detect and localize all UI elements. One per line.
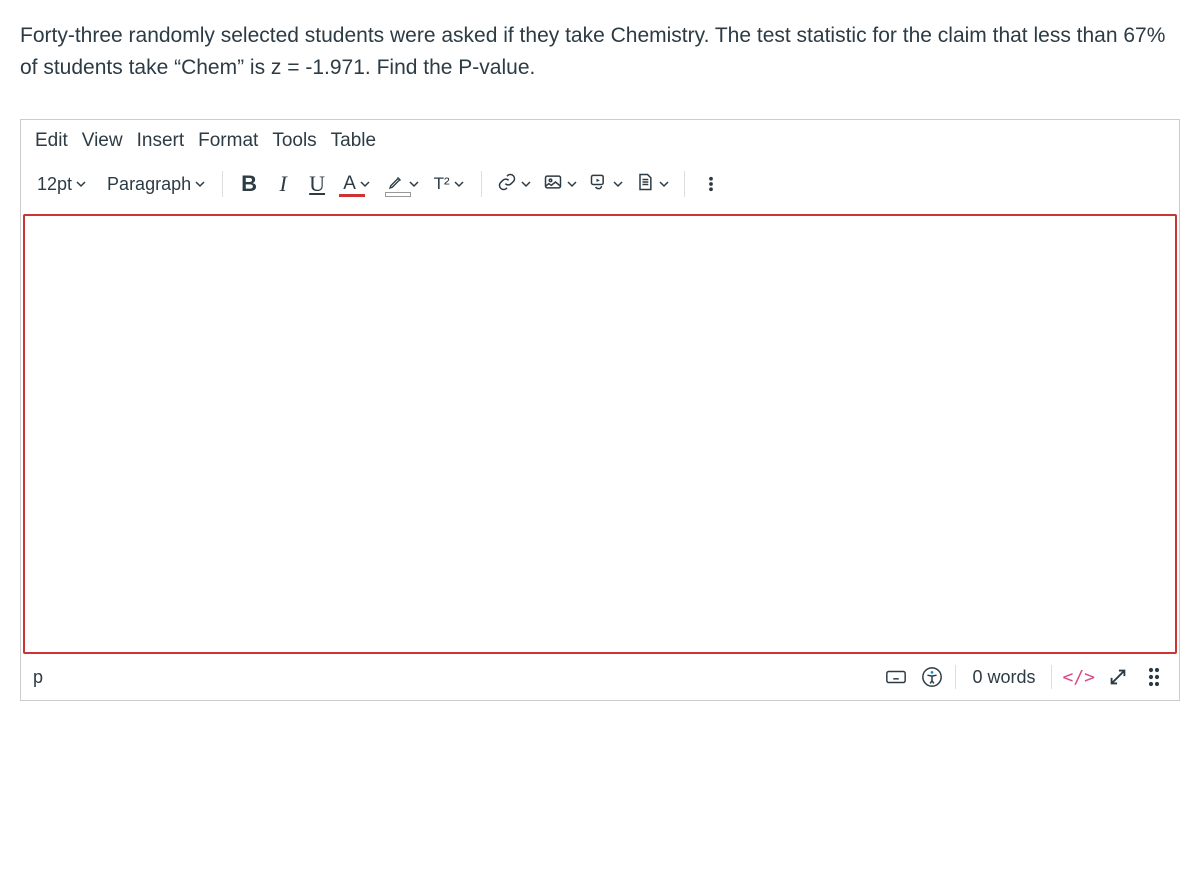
media-icon (589, 172, 609, 197)
chevron-down-icon (359, 178, 371, 190)
chevron-down-icon (520, 178, 532, 190)
rich-text-editor: Edit View Insert Format Tools Table 12pt… (20, 119, 1180, 701)
block-format-select[interactable]: Paragraph (101, 168, 212, 200)
bold-label: B (241, 171, 257, 197)
font-size-label: 12pt (37, 174, 72, 195)
image-button[interactable] (538, 168, 582, 200)
drag-handle[interactable] (1141, 664, 1167, 690)
superscript-button[interactable]: T² (427, 168, 471, 200)
more-button[interactable] (695, 168, 727, 200)
menu-tools[interactable]: Tools (272, 130, 316, 152)
underline-button[interactable]: U (301, 168, 333, 200)
bold-button[interactable]: B (233, 168, 265, 200)
toolbar: 12pt Paragraph B I U A (21, 162, 1179, 214)
statusbar-divider (1051, 665, 1052, 689)
toolbar-divider (481, 171, 482, 197)
highlighter-icon (387, 173, 405, 196)
image-icon (543, 172, 563, 197)
document-button[interactable] (630, 168, 674, 200)
keyboard-shortcuts-button[interactable] (883, 664, 909, 690)
chevron-down-icon (658, 178, 670, 190)
chevron-down-icon (75, 178, 87, 190)
keyboard-icon (885, 666, 907, 688)
menu-format[interactable]: Format (198, 130, 258, 152)
menu-insert[interactable]: Insert (137, 130, 185, 152)
drag-handle-icon (1147, 667, 1161, 687)
statusbar: p 0 words </> (21, 654, 1179, 700)
text-color-label: A (343, 173, 356, 195)
toolbar-divider (222, 171, 223, 197)
word-count[interactable]: 0 words (966, 667, 1041, 688)
italic-label: I (279, 171, 286, 197)
media-button[interactable] (584, 168, 628, 200)
editor-content-area[interactable] (23, 214, 1177, 654)
link-icon (497, 172, 517, 197)
chevron-down-icon (194, 178, 206, 190)
menubar: Edit View Insert Format Tools Table (21, 120, 1179, 162)
accessibility-icon (921, 666, 943, 688)
question-text: Forty-three randomly selected students w… (20, 20, 1180, 83)
menu-table[interactable]: Table (331, 130, 376, 152)
link-button[interactable] (492, 168, 536, 200)
italic-button[interactable]: I (267, 168, 299, 200)
resize-icon (1107, 666, 1129, 688)
superscript-label: T² (434, 174, 450, 194)
text-color-button[interactable]: A (335, 168, 379, 200)
font-size-select[interactable]: 12pt (31, 168, 93, 200)
document-icon (635, 172, 655, 197)
block-format-label: Paragraph (107, 174, 191, 195)
menu-view[interactable]: View (82, 130, 123, 152)
menu-edit[interactable]: Edit (35, 130, 68, 152)
chevron-down-icon (612, 178, 624, 190)
chevron-down-icon (453, 178, 465, 190)
chevron-down-icon (566, 178, 578, 190)
accessibility-checker-button[interactable] (919, 664, 945, 690)
fullscreen-button[interactable] (1105, 664, 1131, 690)
chevron-down-icon (408, 178, 420, 190)
toolbar-divider (684, 171, 685, 197)
more-vertical-icon (702, 175, 720, 193)
element-path[interactable]: p (33, 667, 43, 688)
html-view-button[interactable]: </> (1062, 667, 1095, 688)
statusbar-divider (955, 665, 956, 689)
underline-label: U (309, 171, 325, 197)
highlight-color-button[interactable] (381, 168, 425, 200)
